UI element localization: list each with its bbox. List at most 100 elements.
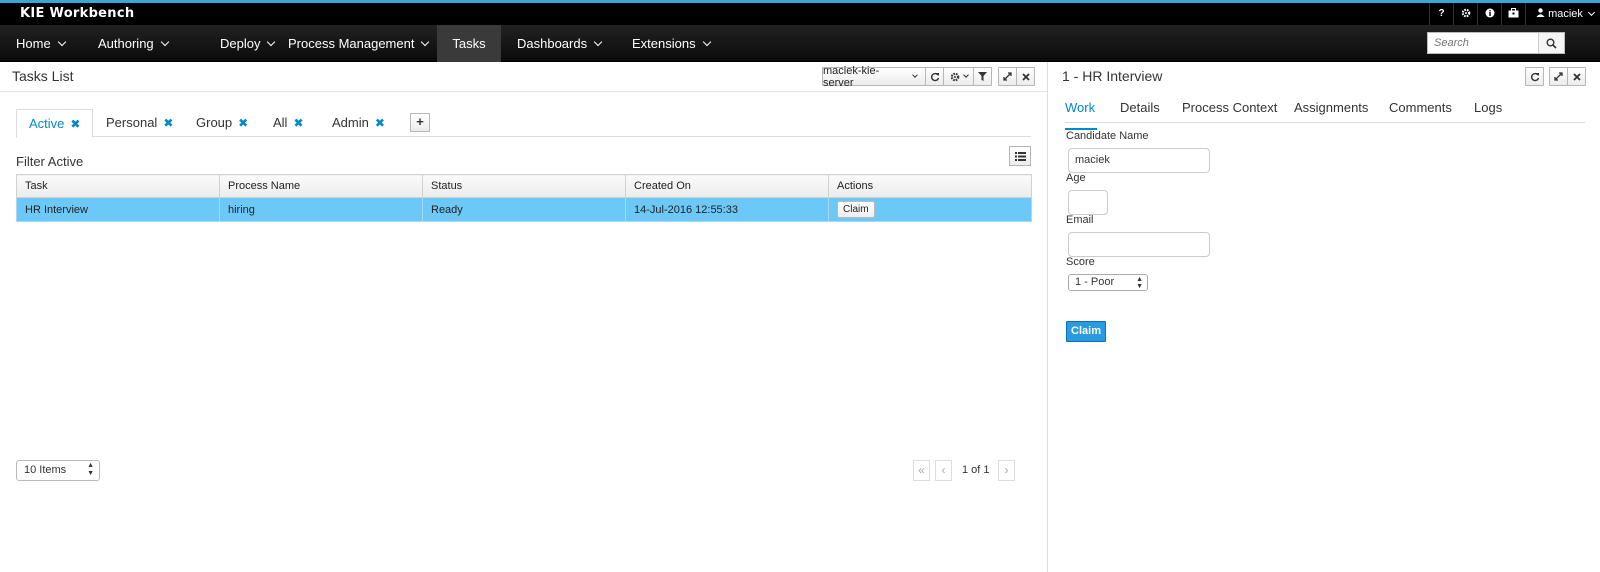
expand-icon bbox=[1554, 72, 1563, 81]
panel-header: 1 - HR Interview bbox=[1049, 62, 1600, 92]
detail-tabs: Work Details Process Context Assignments… bbox=[1065, 92, 1585, 130]
nav-tasks[interactable]: Tasks bbox=[437, 25, 501, 62]
task-detail-panel: 1 - HR Interview Work Details Process Co… bbox=[1049, 62, 1600, 572]
table-header-row: Task Process Name Status Created On Acti… bbox=[16, 174, 1032, 198]
chevron-down-icon bbox=[57, 37, 66, 47]
tab-all[interactable]: All ✖ bbox=[261, 109, 316, 138]
tab-admin[interactable]: Admin ✖ bbox=[320, 109, 397, 138]
main-nav: Home Authoring Deploy Process Management… bbox=[0, 25, 1600, 62]
user-icon bbox=[1536, 8, 1545, 17]
table-row[interactable]: HR Interview hiring Ready 14-Jul-2016 12… bbox=[16, 197, 1032, 222]
filter-title: Filter Active bbox=[16, 154, 84, 169]
chevron-down-icon bbox=[702, 37, 711, 47]
briefcase-icon[interactable] bbox=[1501, 3, 1525, 25]
refresh-button[interactable] bbox=[1525, 67, 1544, 86]
close-icon[interactable]: ✖ bbox=[70, 117, 80, 131]
filter-button[interactable] bbox=[973, 67, 992, 86]
close-icon[interactable]: ✖ bbox=[163, 116, 173, 130]
column-header-status[interactable]: Status bbox=[422, 174, 626, 198]
search-box bbox=[1427, 32, 1565, 54]
page-indicator: 1 of 1 bbox=[962, 464, 990, 476]
top-bar: KIE Workbench ? maciek bbox=[0, 0, 1600, 25]
email-label: Email bbox=[1066, 214, 1094, 226]
first-page-button[interactable]: « bbox=[913, 460, 930, 481]
tasks-list-panel: Tasks List maciek-kie-server Active ✖ Per… bbox=[0, 62, 1048, 572]
cell-actions: Claim bbox=[828, 197, 1032, 222]
server-select[interactable]: maciek-kie-server bbox=[822, 65, 926, 89]
row-claim-button[interactable]: Claim bbox=[837, 201, 875, 218]
score-label: Score bbox=[1066, 256, 1095, 268]
expand-button[interactable] bbox=[1549, 67, 1568, 86]
prev-page-button[interactable]: ‹ bbox=[935, 460, 952, 481]
column-picker-button[interactable] bbox=[1009, 146, 1031, 166]
gear-icon bbox=[950, 72, 959, 81]
brand-logo: KIE Workbench bbox=[20, 6, 135, 21]
nav-dashboards[interactable]: Dashboards bbox=[501, 25, 617, 62]
close-icon[interactable]: ✖ bbox=[293, 116, 303, 130]
refresh-icon bbox=[1530, 72, 1539, 81]
cell-task: HR Interview bbox=[16, 197, 220, 222]
tab-active[interactable]: Active ✖ bbox=[16, 109, 94, 138]
close-button[interactable] bbox=[1567, 67, 1586, 86]
filter-tabs: Active ✖ Personal ✖ Group ✖ All ✖ Admin ✖ bbox=[16, 109, 1031, 138]
column-header-process-name[interactable]: Process Name bbox=[219, 174, 423, 198]
candidate-name-label: Candidate Name bbox=[1066, 130, 1149, 142]
column-header-created-on[interactable]: Created On bbox=[625, 174, 829, 198]
close-icon[interactable]: ✖ bbox=[238, 116, 248, 130]
chevron-down-icon bbox=[912, 71, 918, 78]
chevron-down-icon bbox=[160, 37, 169, 47]
cell-process-name: hiring bbox=[219, 197, 423, 222]
tab-details[interactable]: Details bbox=[1120, 100, 1160, 115]
score-select[interactable]: 1 - Poor ▲ ▼ bbox=[1068, 274, 1148, 291]
close-icon[interactable]: ✖ bbox=[375, 116, 385, 130]
add-filter-button[interactable]: + bbox=[410, 113, 430, 132]
select-arrows-icon: ▲ ▼ bbox=[1136, 276, 1143, 290]
help-icon[interactable]: ? bbox=[1429, 3, 1453, 25]
user-menu[interactable]: maciek bbox=[1525, 3, 1600, 25]
filter-icon bbox=[978, 72, 987, 81]
page-size-select[interactable]: 10 Items ▲ ▼ bbox=[16, 460, 100, 481]
info-icon[interactable] bbox=[1477, 3, 1501, 25]
panel-header: Tasks List maciek-kie-server bbox=[0, 62, 1047, 92]
nav-extensions[interactable]: Extensions bbox=[616, 25, 726, 62]
column-header-task[interactable]: Task bbox=[16, 174, 220, 198]
tab-process-context[interactable]: Process Context bbox=[1182, 100, 1277, 115]
chevron-down-icon bbox=[593, 37, 603, 47]
close-icon bbox=[1021, 72, 1030, 81]
candidate-name-input[interactable]: maciek bbox=[1068, 148, 1210, 173]
chevron-down-icon bbox=[962, 71, 969, 78]
tab-personal[interactable]: Personal ✖ bbox=[94, 109, 185, 138]
nav-authoring[interactable]: Authoring bbox=[82, 25, 184, 62]
tab-work[interactable]: Work bbox=[1065, 100, 1097, 130]
age-label: Age bbox=[1066, 172, 1086, 184]
close-button[interactable] bbox=[1016, 67, 1035, 86]
email-input[interactable] bbox=[1068, 232, 1210, 257]
user-name: maciek bbox=[1548, 8, 1583, 20]
cell-created-on: 14-Jul-2016 12:55:33 bbox=[625, 197, 829, 222]
refresh-icon bbox=[930, 72, 939, 81]
gear-icon[interactable] bbox=[1453, 3, 1477, 25]
search-icon bbox=[1546, 38, 1557, 49]
tab-logs[interactable]: Logs bbox=[1474, 100, 1502, 115]
next-page-button[interactable]: › bbox=[998, 460, 1015, 481]
list-icon bbox=[1014, 151, 1026, 161]
chevron-down-icon bbox=[421, 37, 430, 47]
select-arrows-icon: ▲ ▼ bbox=[87, 462, 94, 477]
tab-assignments[interactable]: Assignments bbox=[1294, 100, 1368, 115]
claim-button[interactable]: Claim bbox=[1066, 321, 1106, 342]
settings-dropdown[interactable] bbox=[943, 67, 974, 86]
search-input[interactable] bbox=[1428, 33, 1538, 53]
panel-title: 1 - HR Interview bbox=[1062, 68, 1163, 84]
expand-icon bbox=[1003, 72, 1012, 81]
expand-button[interactable] bbox=[998, 67, 1017, 86]
tasks-table: Task Process Name Status Created On Acti… bbox=[16, 174, 1032, 222]
nav-home[interactable]: Home bbox=[0, 25, 81, 62]
search-button[interactable] bbox=[1538, 33, 1564, 53]
nav-process-management[interactable]: Process Management bbox=[272, 25, 444, 62]
tab-group[interactable]: Group ✖ bbox=[184, 109, 260, 138]
tab-comments[interactable]: Comments bbox=[1389, 100, 1452, 115]
panel-title: Tasks List bbox=[12, 68, 74, 84]
refresh-button[interactable] bbox=[925, 67, 944, 86]
age-input[interactable] bbox=[1068, 190, 1108, 215]
close-icon bbox=[1572, 72, 1581, 81]
